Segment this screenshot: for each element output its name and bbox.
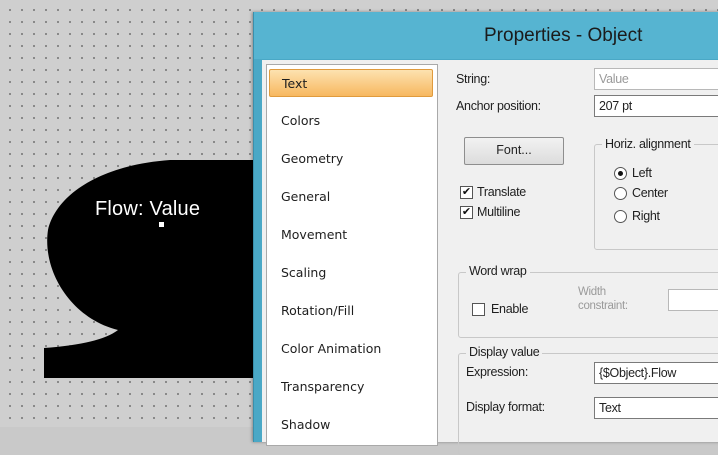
category-item-general[interactable]: General	[269, 183, 433, 211]
category-label: Rotation/Fill	[281, 303, 355, 318]
display-format-field[interactable]: Text	[594, 397, 718, 419]
category-label: Geometry	[281, 151, 344, 166]
anchor-position-label: Anchor position:	[456, 99, 541, 113]
align-right-radio[interactable]	[614, 210, 627, 223]
category-list: Text Colors Geometry General Movement Sc…	[266, 64, 438, 446]
category-item-geometry[interactable]: Geometry	[269, 145, 433, 173]
category-label: Shadow	[281, 417, 331, 432]
category-label: Text	[282, 76, 308, 91]
multiline-checkbox[interactable]: ✔	[460, 206, 473, 219]
enable-checkbox[interactable]	[472, 303, 485, 316]
category-label: Movement	[281, 227, 348, 242]
align-left-label: Left	[632, 166, 652, 180]
align-center-radio[interactable]	[614, 187, 627, 200]
translate-checkbox[interactable]: ✔	[460, 186, 473, 199]
category-label: General	[281, 189, 331, 204]
category-label: Color Animation	[281, 341, 382, 356]
word-wrap-title: Word wrap	[466, 264, 530, 278]
category-item-movement[interactable]: Movement	[269, 221, 433, 249]
dialog-title: Properties - Object	[484, 25, 643, 46]
horiz-alignment-title: Horiz. alignment	[602, 137, 694, 151]
selection-handle[interactable]	[158, 221, 165, 228]
category-item-colors[interactable]: Colors	[269, 107, 433, 135]
category-label: Scaling	[281, 265, 327, 280]
expression-label: Expression:	[466, 365, 529, 379]
category-item-color-animation[interactable]: Color Animation	[269, 335, 433, 363]
anchor-position-field[interactable]: 207 pt	[594, 95, 718, 117]
flow-object-label: Flow: Value	[95, 198, 201, 220]
properties-dialog: Properties - Object Text Colors Geometry…	[253, 12, 718, 455]
width-constraint-label: Width	[578, 286, 606, 298]
dialog-client: Text Colors Geometry General Movement Sc…	[262, 60, 718, 455]
flow-object-body	[44, 160, 254, 378]
align-left-radio[interactable]	[614, 167, 627, 180]
properties-panel: String: Value Anchor position: 207 pt Fo…	[444, 60, 718, 455]
category-item-text[interactable]: Text	[269, 69, 433, 97]
font-button[interactable]: Font...	[464, 137, 564, 165]
string-label: String:	[456, 72, 491, 86]
category-label: Transparency	[281, 379, 365, 394]
width-constraint-label-2: constraint:	[578, 300, 628, 312]
string-field[interactable]: Value	[594, 68, 718, 90]
display-value-title: Display value	[466, 345, 543, 359]
width-constraint-field[interactable]	[668, 289, 718, 311]
dialog-titlebar[interactable]: Properties - Object	[254, 12, 718, 59]
category-item-transparency[interactable]: Transparency	[269, 373, 433, 401]
align-center-label: Center	[632, 186, 668, 200]
display-format-label: Display format:	[466, 400, 545, 414]
category-item-scaling[interactable]: Scaling	[269, 259, 433, 287]
category-item-shadow[interactable]: Shadow	[269, 411, 433, 439]
align-right-label: Right	[632, 209, 660, 223]
translate-label: Translate	[477, 185, 526, 199]
category-label: Colors	[281, 113, 321, 128]
multiline-label: Multiline	[477, 205, 521, 219]
enable-label: Enable	[491, 302, 529, 316]
category-item-rotation-fill[interactable]: Rotation/Fill	[269, 297, 433, 325]
expression-field[interactable]: {$Object}.Flow	[594, 362, 718, 384]
